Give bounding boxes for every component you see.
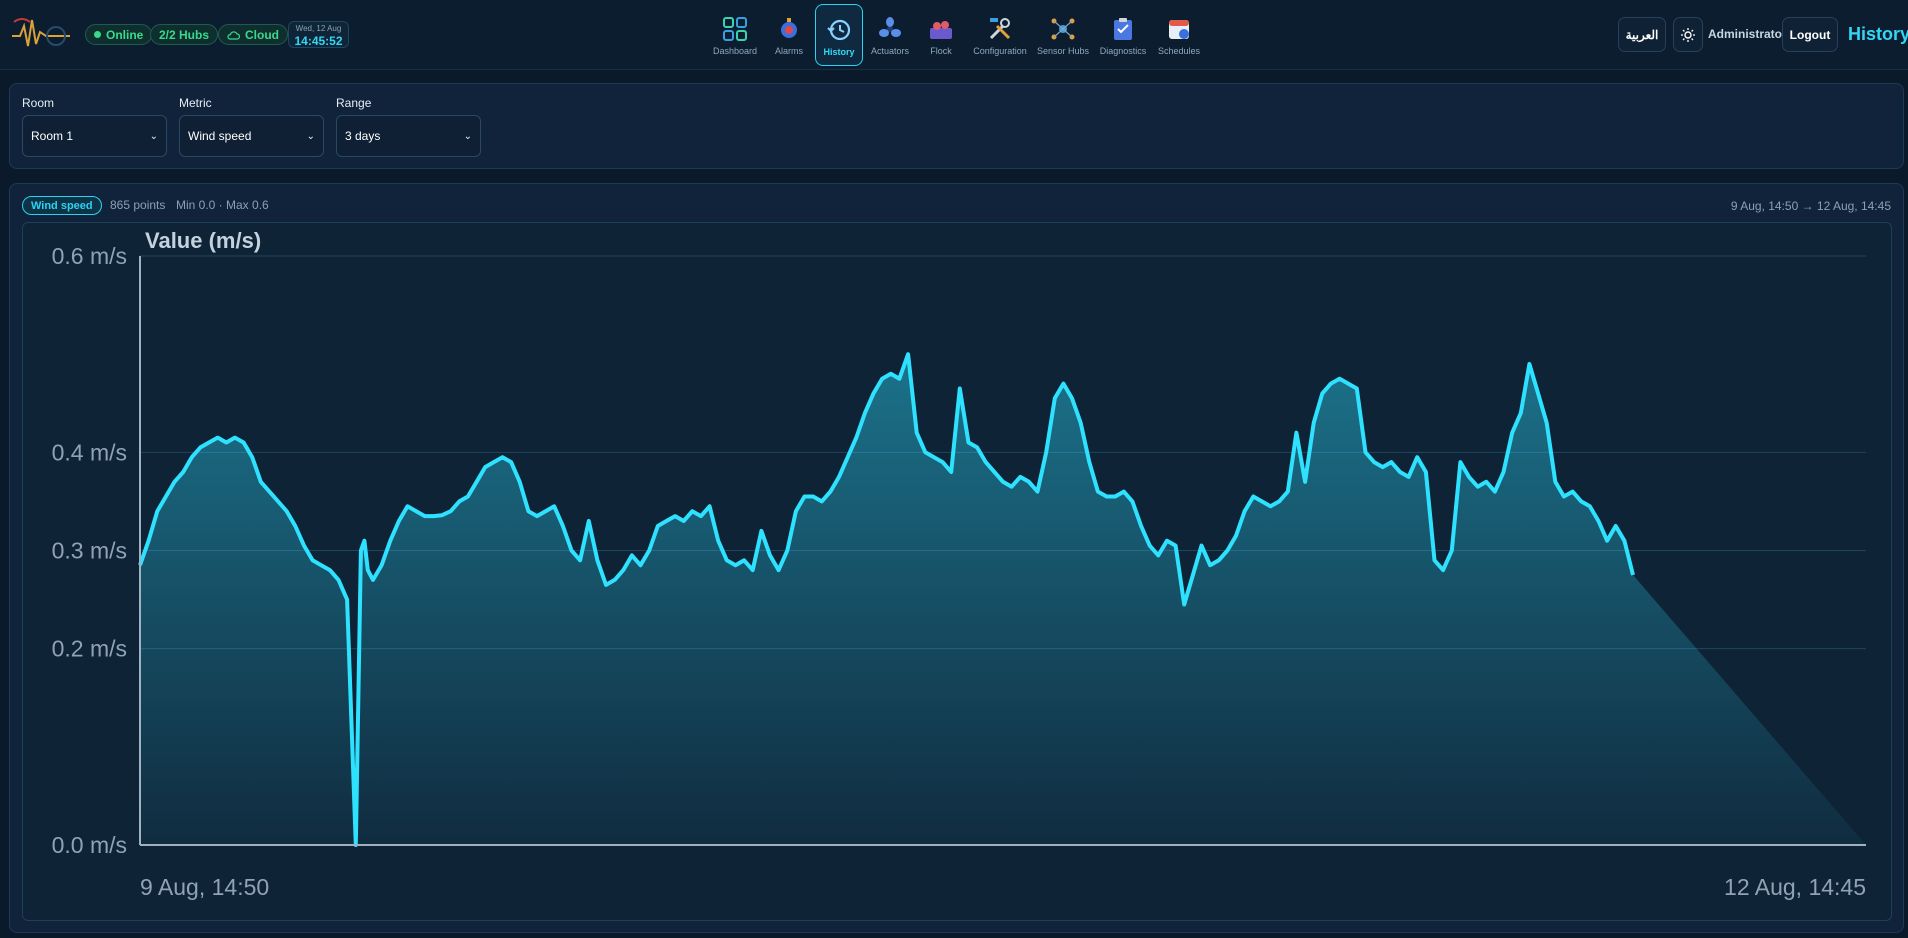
x-tick-label: 12 Aug, 14:45 [1724, 874, 1866, 900]
nav-schedules[interactable]: Schedules [1155, 4, 1203, 66]
nav-history[interactable]: History [815, 4, 863, 66]
metric-field: Metric Wind speed ⌄ [179, 96, 324, 157]
nav-alarms[interactable]: Alarms [765, 4, 813, 66]
tools-icon [989, 18, 1011, 40]
room-field: Room Room 1 ⌄ [22, 96, 167, 157]
logout-button[interactable]: Logout [1782, 17, 1838, 52]
fan-icon [879, 17, 901, 37]
metric-select[interactable]: Wind speed ⌄ [179, 115, 324, 157]
clock-time: 14:45:52 [294, 34, 343, 48]
online-status-badge: Online [85, 24, 153, 45]
chart-card: Wind speed 865 points Min 0.0 · Max 0.6 … [9, 183, 1904, 933]
nav-configuration[interactable]: Configuration [973, 4, 1027, 66]
clipboard-icon [1114, 18, 1132, 40]
dashboard-icon [723, 17, 747, 41]
min-max-summary: Min 0.0 · Max 0.6 [176, 198, 269, 212]
range-select[interactable]: 3 days ⌄ [336, 115, 481, 157]
y-tick-label: 0.6 m/s [52, 243, 127, 269]
filter-panel: Room Room 1 ⌄ Metric Wind speed ⌄ Range … [9, 83, 1904, 169]
y-tick-label: 0.3 m/s [52, 538, 127, 564]
series-area [140, 354, 1866, 845]
y-tick-label: 0.2 m/s [52, 636, 127, 662]
chevron-down-icon: ⌄ [463, 130, 472, 142]
range-label: Range [336, 96, 372, 110]
time-range-label: 9 Aug, 14:50 → 12 Aug, 14:45 [1730, 199, 1891, 213]
chart-plot-area[interactable]: 0.0 m/s 0.2 m/s 0.3 m/s 0.4 m/s 0.6 m/s Value… [22, 222, 1892, 921]
range-field: Range 3 days ⌄ [336, 96, 481, 157]
nav-flock[interactable]: Flock [917, 4, 965, 66]
theme-toggle-button[interactable] [1673, 17, 1703, 52]
hubs-status-badge: 2/2 Hubs [150, 24, 219, 45]
user-name: Administrator [1708, 27, 1787, 41]
chart-title: Value (m/s) [145, 228, 261, 253]
cloud-status-badge: Cloud [218, 24, 288, 45]
flock-icon [930, 21, 952, 39]
nav-sensor-hubs[interactable]: Sensor Hubs [1037, 4, 1089, 66]
nav-dashboard[interactable]: Dashboard [711, 4, 759, 66]
points-count: 865 points [110, 198, 166, 212]
top-bar: Online 2/2 Hubs Cloud Wed, 12 Aug 14:45:… [0, 0, 1908, 70]
room-select[interactable]: Room 1 ⌄ [22, 115, 167, 157]
clock-display: Wed, 12 Aug 14:45:52 [288, 21, 349, 48]
logo-icon [12, 18, 70, 47]
history-icon [827, 19, 851, 41]
room-label: Room [22, 96, 55, 110]
language-toggle-button[interactable]: العربية [1618, 17, 1666, 52]
metric-badge: Wind speed [22, 196, 102, 215]
y-tick-label: 0.0 m/s [52, 832, 127, 858]
online-dot-icon [94, 31, 101, 38]
nav-actuators[interactable]: Actuators [866, 4, 914, 66]
x-tick-label: 9 Aug, 14:50 [140, 874, 269, 900]
chevron-down-icon: ⌄ [149, 130, 158, 142]
calendar-icon [1169, 20, 1189, 39]
clock-date: Wed, 12 Aug [295, 24, 342, 33]
chevron-down-icon: ⌄ [306, 130, 315, 142]
wind-speed-chart[interactable]: 0.0 m/s 0.2 m/s 0.3 m/s 0.4 m/s 0.6 m/s Value… [23, 223, 1893, 922]
sensor-hub-icon [1051, 18, 1075, 40]
y-tick-label: 0.4 m/s [52, 439, 127, 465]
cloud-icon [227, 30, 240, 40]
page-title: History [1848, 24, 1908, 44]
sun-icon [1681, 27, 1695, 42]
nav-diagnostics[interactable]: Diagnostics [1098, 4, 1148, 66]
alarm-icon [781, 18, 797, 38]
metric-label: Metric [179, 96, 212, 110]
